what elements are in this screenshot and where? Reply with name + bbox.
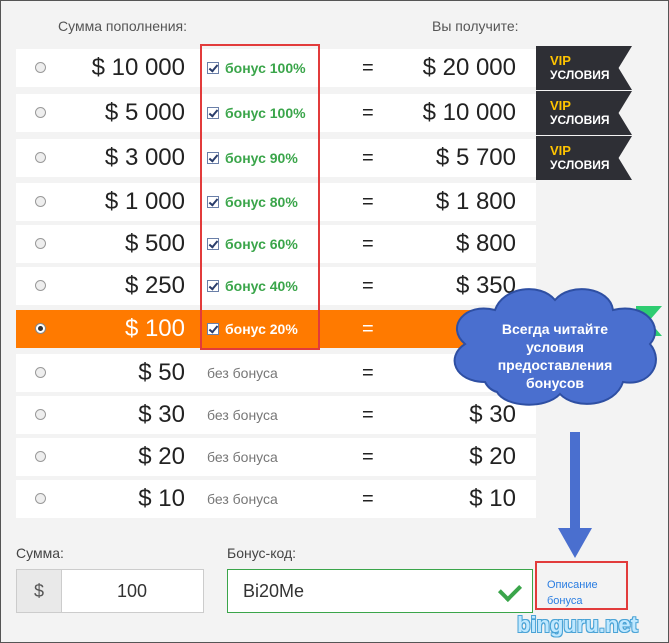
deposit-amount: $ 500 — [124, 230, 185, 257]
receive-amount: $ 20 000 — [422, 54, 516, 81]
bonus-description-highlight: Описание бонуса — [535, 561, 628, 610]
equals-sign: = — [362, 147, 374, 169]
deposit-option-row[interactable]: $ 20 без бонуса = $ 20 — [16, 438, 536, 476]
equals-sign: = — [362, 102, 374, 124]
vip-conditions-badge[interactable]: VIP УСЛОВИЯ — [536, 91, 632, 135]
receive-amount: $ 10 000 — [422, 99, 516, 126]
bonus-checkbox-label[interactable]: бонус 20% — [207, 321, 298, 337]
option-radio[interactable] — [35, 409, 46, 420]
equals-sign: = — [362, 191, 374, 213]
checkbox-icon[interactable] — [207, 62, 219, 74]
deposit-amount: $ 20 — [138, 443, 185, 470]
receive-amount: $ 5 700 — [435, 144, 516, 171]
vip-conditions-badge[interactable]: VIP УСЛОВИЯ — [536, 136, 632, 180]
bonus-checkbox-label[interactable]: бонус 100% — [207, 105, 306, 121]
checkbox-icon[interactable] — [207, 196, 219, 208]
equals-sign: = — [362, 488, 374, 510]
annotation-text: Всегда читайте условия предоставления бо… — [497, 321, 613, 391]
deposit-amount: $ 3 000 — [104, 144, 185, 171]
checkbox-icon[interactable] — [207, 280, 219, 292]
sum-input[interactable]: 100 — [61, 570, 203, 612]
no-bonus-label: без бонуса — [207, 407, 278, 423]
option-radio[interactable] — [35, 323, 46, 334]
receive-amount: $ 1 800 — [435, 188, 516, 215]
no-bonus-label: без бонуса — [207, 365, 278, 381]
deposit-amount: $ 50 — [138, 359, 185, 386]
deposit-option-row[interactable]: $ 10 000 бонус 100% = $ 20 000 — [16, 49, 536, 87]
vip-conditions-badge[interactable]: VIP УСЛОВИЯ — [536, 46, 632, 90]
equals-sign: = — [362, 57, 374, 79]
option-radio[interactable] — [35, 367, 46, 378]
deposit-amount: $ 100 — [124, 315, 185, 342]
deposit-amount: $ 5 000 — [104, 99, 185, 126]
bonus-checkbox-label[interactable]: бонус 80% — [207, 194, 298, 210]
equals-sign: = — [362, 446, 374, 468]
equals-sign: = — [362, 233, 374, 255]
equals-sign: = — [362, 275, 374, 297]
option-radio[interactable] — [35, 451, 46, 462]
sum-field[interactable]: $ 100 — [16, 569, 204, 613]
checkbox-icon[interactable] — [207, 107, 219, 119]
amount-column-header: Сумма пополнения: — [58, 18, 188, 34]
option-radio[interactable] — [35, 62, 46, 73]
receive-amount: $ 10 — [469, 485, 516, 512]
checkbox-icon[interactable] — [207, 152, 219, 164]
deposit-option-row[interactable]: $ 5 000 бонус 100% = $ 10 000 — [16, 94, 536, 132]
deposit-amount: $ 10 000 — [91, 54, 185, 81]
deposit-option-row[interactable]: $ 10 без бонуса = $ 10 — [16, 480, 536, 518]
receive-amount: $ 20 — [469, 443, 516, 470]
option-radio[interactable] — [35, 152, 46, 163]
checkbox-icon[interactable] — [207, 238, 219, 250]
bonus-checkbox-label[interactable]: бонус 60% — [207, 236, 298, 252]
no-bonus-label: без бонуса — [207, 449, 278, 465]
receive-column-header: Вы получите: — [432, 18, 519, 34]
option-radio[interactable] — [35, 493, 46, 504]
deposit-amount: $ 30 — [138, 401, 185, 428]
sum-label: Сумма: — [16, 545, 64, 561]
currency-addon: $ — [17, 570, 62, 612]
equals-sign: = — [362, 318, 374, 340]
equals-sign: = — [362, 404, 374, 426]
checkbox-icon[interactable] — [207, 323, 219, 335]
bonus-code-field[interactable]: Bi20Me — [227, 569, 533, 613]
deposit-option-row[interactable]: $ 500 бонус 60% = $ 800 — [16, 225, 536, 263]
bonus-checkbox-label[interactable]: бонус 90% — [207, 150, 298, 166]
arrow-down-icon — [558, 432, 592, 558]
option-radio[interactable] — [35, 107, 46, 118]
bonus-checkbox-label[interactable]: бонус 100% — [207, 60, 306, 76]
receive-amount: $ 800 — [455, 230, 516, 257]
option-radio[interactable] — [35, 280, 46, 291]
no-bonus-label: без бонуса — [207, 491, 278, 507]
bonus-code-label: Бонус-код: — [227, 545, 297, 561]
option-radio[interactable] — [35, 196, 46, 207]
equals-sign: = — [362, 362, 374, 384]
deposit-amount: $ 10 — [138, 485, 185, 512]
deposit-option-row[interactable]: $ 3 000 бонус 90% = $ 5 700 — [16, 139, 536, 177]
watermark: binguru.net — [517, 612, 638, 637]
deposit-amount: $ 1 000 — [104, 188, 185, 215]
deposit-option-row[interactable]: $ 1 000 бонус 80% = $ 1 800 — [16, 183, 536, 221]
check-icon — [497, 577, 523, 603]
bonus-code-input[interactable]: Bi20Me — [243, 570, 304, 612]
option-radio[interactable] — [35, 238, 46, 249]
bonus-description-link[interactable]: Описание бонуса — [547, 577, 626, 609]
deposit-amount: $ 250 — [124, 272, 185, 299]
bonus-checkbox-label[interactable]: бонус 40% — [207, 278, 298, 294]
